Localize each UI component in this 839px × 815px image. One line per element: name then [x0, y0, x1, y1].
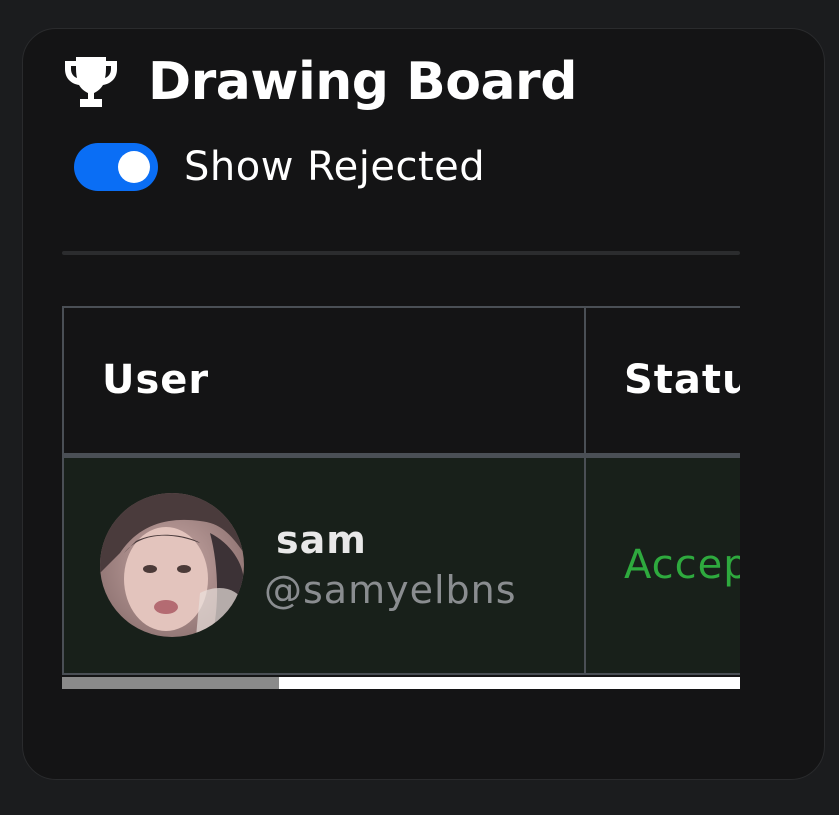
scrollbar-thumb[interactable]: [62, 677, 279, 689]
show-rejected-filter: Show Rejected: [74, 143, 485, 191]
column-header-user: User: [62, 306, 586, 458]
card-header: Drawing Board: [62, 52, 577, 112]
table-row: sam @samyelbns Accepted: [62, 454, 740, 675]
show-rejected-toggle[interactable]: [74, 143, 158, 191]
trophy-icon: [65, 57, 117, 107]
horizontal-scrollbar[interactable]: [62, 677, 740, 689]
user-handle: @samyelbns: [264, 568, 517, 613]
show-rejected-label: Show Rejected: [184, 144, 486, 190]
submissions-table: User Statu sam @samyelbns Accep: [62, 306, 740, 675]
user-name: sam: [276, 518, 367, 563]
page-title: Drawing Board: [148, 52, 577, 112]
user-cell: sam @samyelbns: [62, 454, 586, 675]
submissions-table-container[interactable]: User Statu sam @samyelbns Accep: [62, 306, 740, 690]
avatar[interactable]: [100, 493, 244, 638]
toggle-knob: [118, 151, 150, 183]
status-cell: Accepted: [584, 454, 740, 675]
status-badge: Accepted: [624, 542, 740, 589]
divider: [62, 251, 740, 255]
column-header-status: Status: [584, 306, 740, 458]
table-header-row: User Status: [62, 306, 740, 458]
